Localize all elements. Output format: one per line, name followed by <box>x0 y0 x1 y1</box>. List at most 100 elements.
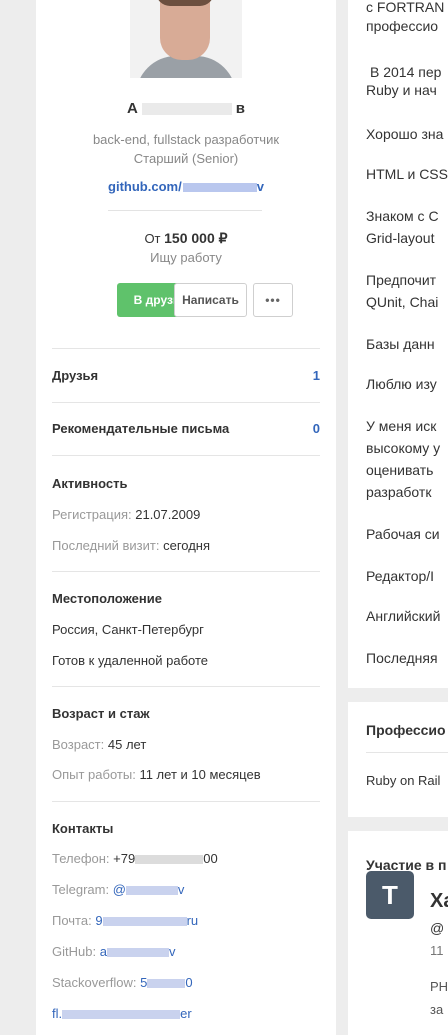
mail-line[interactable]: Почта: 9 ru <box>52 913 198 928</box>
avatar[interactable] <box>130 0 242 78</box>
telegram-blurred <box>125 886 178 896</box>
experience-label: Опыт работы: <box>52 767 136 782</box>
github-contact-line[interactable]: GitHub: a v <box>52 944 175 959</box>
about-line: Ruby и нач <box>366 82 437 98</box>
about-line: оценивать <box>366 462 434 478</box>
about-line: профессио <box>366 18 439 34</box>
divider <box>108 210 262 211</box>
write-message-button[interactable]: Написать <box>174 283 247 317</box>
github-contact-label: GitHub: <box>52 944 97 959</box>
last-visit-value: сегодня <box>163 538 211 553</box>
salary: От 150 000 ₽ <box>36 230 336 247</box>
participation-card: Участие в п T Ха @ 11 PH за <box>348 831 448 1035</box>
divider <box>52 801 320 802</box>
company-name[interactable]: Ха <box>430 891 448 911</box>
skills-card: Профессио Ruby on Rail <box>348 702 448 817</box>
recommendations-row[interactable]: Рекомендательные письма 0 <box>52 421 320 436</box>
profile-role: back-end, fullstack разработчик <box>92 132 280 147</box>
contacts-title: Контакты <box>52 821 114 836</box>
about-line: Английский <box>366 608 441 624</box>
github-contact-end[interactable]: v <box>169 944 176 959</box>
telegram-end[interactable]: v <box>178 882 185 897</box>
company-description: за <box>430 1002 444 1017</box>
about-line: Редактор/I <box>366 568 435 584</box>
about-line: Последняя <box>366 650 438 666</box>
friends-count[interactable]: 1 <box>313 368 320 383</box>
divider <box>52 571 320 572</box>
profile-name-end: в <box>235 100 246 117</box>
company-description: PH <box>430 979 448 994</box>
stackoverflow-blurred <box>147 979 186 989</box>
phone-end: 00 <box>203 851 218 866</box>
avatar-face <box>160 0 210 60</box>
skill-item[interactable]: Ruby on Rail <box>366 772 440 789</box>
company-count: 11 <box>430 943 444 958</box>
about-line: Знаком с С <box>366 208 439 224</box>
age-value: 45 лет <box>107 737 147 752</box>
last-visit-label: Последний визит: <box>52 538 160 553</box>
about-line: У меня иск <box>366 418 437 434</box>
remote-work: Готов к удаленной работе <box>52 653 209 668</box>
divider <box>52 402 320 403</box>
salary-amount: 150 000 ₽ <box>164 230 228 246</box>
about-line: В 2014 пер <box>370 64 442 80</box>
fl-line[interactable]: fl. er <box>52 1006 192 1021</box>
about-line: Хорошо зна <box>366 126 444 142</box>
mail-end[interactable]: ru <box>187 913 199 928</box>
recommendations-count[interactable]: 0 <box>313 421 320 436</box>
age-line: Возраст: 45 лет <box>52 737 146 752</box>
location-city: Россия, Санкт-Петербург <box>52 622 204 637</box>
fl-start[interactable]: fl. <box>52 1006 62 1021</box>
about-line: разработк <box>366 484 432 500</box>
stackoverflow-line[interactable]: Stackoverflow: 5 0 <box>52 975 193 990</box>
company-logo[interactable]: T <box>366 871 414 919</box>
more-options-button[interactable]: ••• <box>253 283 293 317</box>
fl-end[interactable]: er <box>180 1006 192 1021</box>
age-title: Возраст и стаж <box>52 706 150 721</box>
mail-blurred <box>102 917 187 927</box>
experience-value: 11 лет и 10 месяцев <box>139 767 261 782</box>
registration-line: Регистрация: 21.07.2009 <box>52 507 200 522</box>
profile-level: Старший (Senior) <box>133 151 239 166</box>
fl-blurred <box>62 1010 181 1020</box>
friends-row[interactable]: Друзья 1 <box>52 368 320 383</box>
phone-blurred <box>135 855 204 865</box>
profile-name-blurred <box>141 103 232 116</box>
about-line: высокому у <box>366 440 441 456</box>
about-line: Люблю изу <box>366 376 437 392</box>
stackoverflow-start[interactable]: 5 <box>140 975 147 990</box>
registration-value: 21.07.2009 <box>135 507 201 522</box>
salary-prefix: От <box>144 231 161 246</box>
github-link[interactable]: github.com/v <box>36 179 336 194</box>
profile-card: Ав back-end, fullstack разработчик Старш… <box>36 0 336 1035</box>
divider <box>52 455 320 456</box>
experience-line: Опыт работы: 11 лет и 10 месяцев <box>52 767 261 782</box>
github-link-suffix[interactable]: v <box>257 179 264 194</box>
last-visit-line: Последний визит: сегодня <box>52 538 210 553</box>
friends-label[interactable]: Друзья <box>52 368 98 383</box>
github-contact-blurred <box>106 948 169 958</box>
about-line: Рабочая си <box>366 526 440 542</box>
phone-label: Телефон: <box>52 851 110 866</box>
github-link-prefix[interactable]: github.com/ <box>108 179 182 194</box>
github-contact-start[interactable]: a <box>100 944 107 959</box>
registration-label: Регистрация: <box>52 507 132 522</box>
stackoverflow-end[interactable]: 0 <box>185 975 192 990</box>
job-status: Ищу работу <box>150 250 222 265</box>
divider <box>366 752 448 753</box>
location-title: Местоположение <box>52 591 162 606</box>
telegram-line[interactable]: Telegram: @ v <box>52 882 184 897</box>
telegram-label: Telegram: <box>52 882 110 897</box>
mail-start[interactable]: 9 <box>95 913 102 928</box>
about-line: HTML и CSS <box>366 166 448 182</box>
about-line: с FORTRAN <box>366 0 445 15</box>
telegram-start[interactable]: @ <box>113 882 126 897</box>
activity-title: Активность <box>52 476 128 491</box>
divider <box>52 686 320 687</box>
about-line: QUnit, Chai <box>366 294 439 310</box>
profile-name-start: А <box>126 100 138 117</box>
recommendations-label[interactable]: Рекомендательные письма <box>52 421 229 436</box>
divider <box>52 348 320 349</box>
company-handle[interactable]: @ <box>430 920 444 937</box>
about-line: Grid-layout <box>366 230 435 246</box>
